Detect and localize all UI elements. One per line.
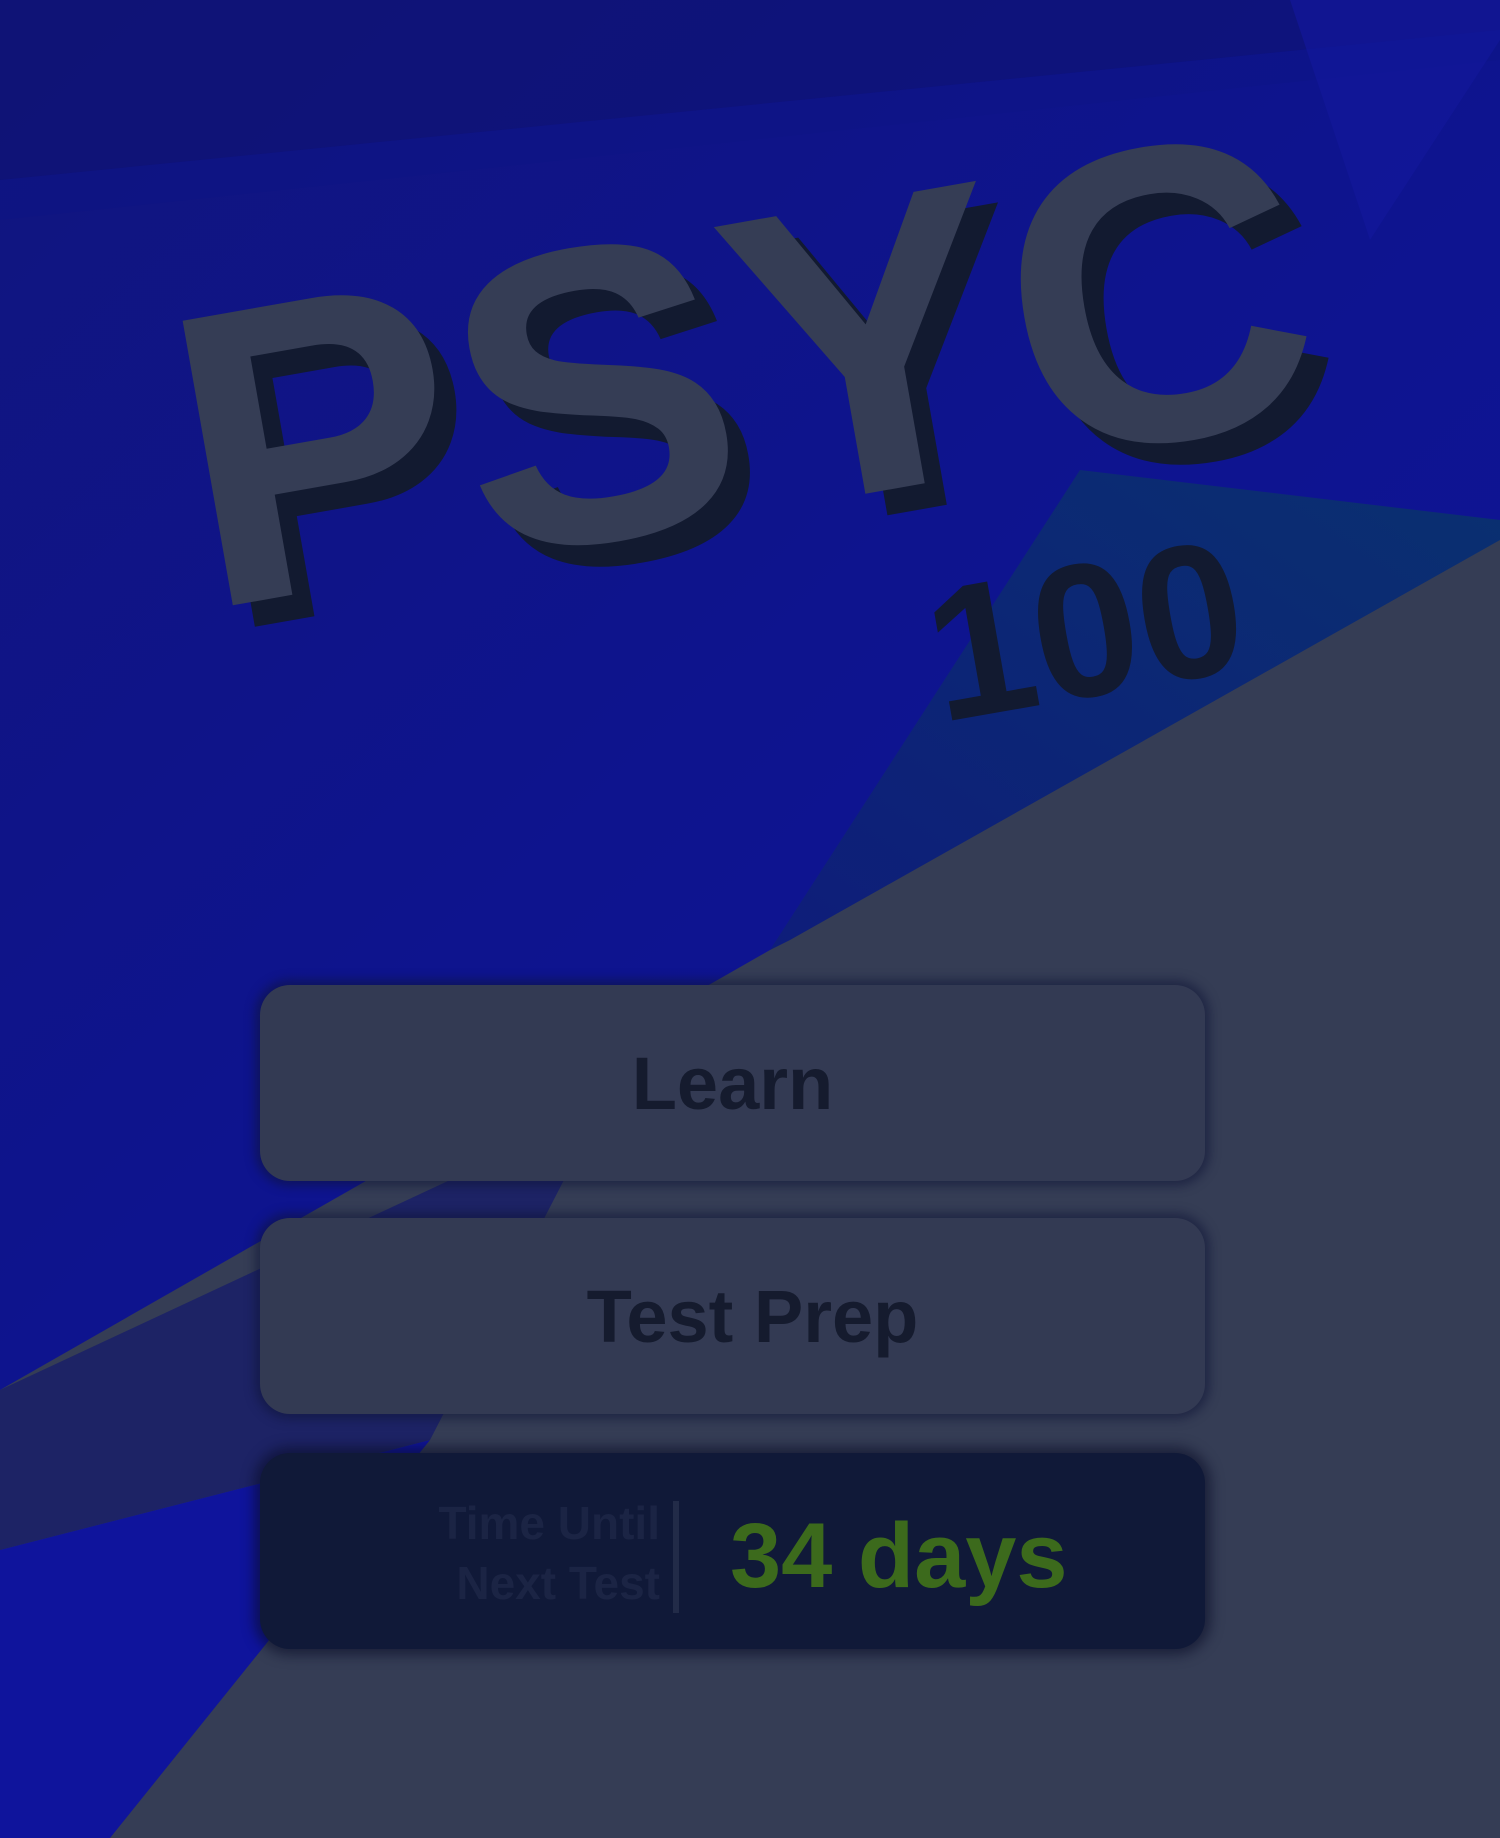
countdown-label-line2: Next Test <box>456 1557 660 1609</box>
home-screen: PSYC PSYC 100 Learn Test Prep Time Until… <box>0 0 1500 1838</box>
next-test-countdown: Time Until Next Test 34 days <box>260 1453 1205 1649</box>
countdown-divider <box>673 1501 679 1613</box>
countdown-value: 34 days <box>730 1505 1068 1607</box>
countdown-label-line1: Time Until <box>438 1497 660 1549</box>
countdown-label: Time Until Next Test <box>438 1493 660 1613</box>
test-prep-button[interactable]: Test Prep <box>260 1218 1205 1414</box>
learn-button[interactable]: Learn <box>260 985 1205 1181</box>
test-prep-button-label: Test Prep <box>586 1274 919 1358</box>
course-logo: PSYC PSYC 100 <box>139 38 1369 763</box>
learn-button-label: Learn <box>631 1041 834 1125</box>
